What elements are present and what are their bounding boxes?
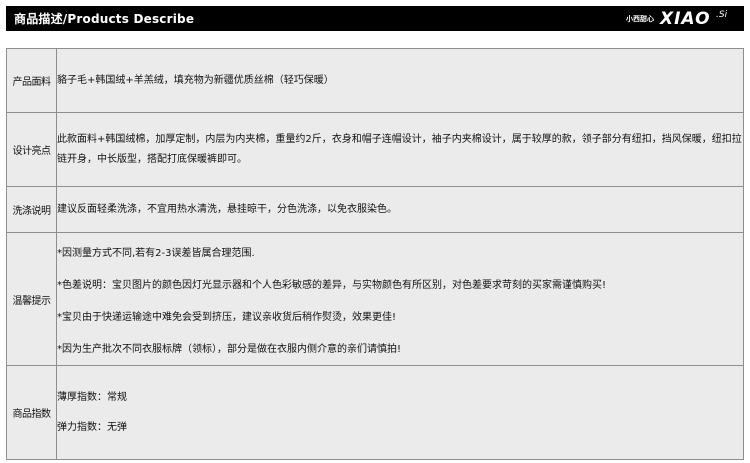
table-row-index: 商品指数 薄厚指数：常规 弹力指数：无弹 [6, 365, 744, 460]
brand-logo: 小西甜心 XIAO .Si [620, 8, 740, 29]
table-row-tips: 温馨提示 *因测量方式不同,若有2-3误差皆属合理范围. *色差说明：宝贝图片的… [6, 232, 744, 366]
row-label: 温馨提示 [6, 232, 57, 366]
row-label: 设计亮点 [6, 112, 57, 187]
table-row-washing: 洗涤说明 建议反面轻柔洗涤，不宜用热水清洗，悬挂晾干，分色洗涤，以免衣服染色。 [6, 186, 744, 233]
section-title: 商品描述/Products Describe [14, 12, 195, 26]
section-header: 商品描述/Products Describe 小西甜心 XIAO .Si [6, 6, 744, 31]
fabric-text: 貉子毛+韩国绒+羊羔绒，填充物为新疆优质丝棉（轻巧保暖） [57, 74, 334, 86]
logo-suffix-text: .Si [716, 10, 728, 20]
row-label: 商品指数 [6, 365, 57, 460]
tip-item: *宝贝由于快递运输途中难免会受到挤压，建议亲收货后稍作熨烫，效果更佳! [57, 312, 397, 323]
row-value: *因测量方式不同,若有2-3误差皆属合理范围. *色差说明：宝贝图片的颜色因灯光… [56, 232, 744, 366]
logo-main-text: XIAO [660, 9, 711, 29]
row-value: 貉子毛+韩国绒+羊羔绒，填充物为新疆优质丝棉（轻巧保暖） [56, 48, 744, 113]
row-label: 产品面料 [6, 48, 57, 113]
product-spec-table: 产品面料 貉子毛+韩国绒+羊羔绒，填充物为新疆优质丝棉（轻巧保暖） 设计亮点 此… [6, 48, 744, 460]
row-value: 建议反面轻柔洗涤，不宜用热水清洗，悬挂晾干，分色洗涤，以免衣服染色。 [56, 186, 744, 233]
table-row-fabric: 产品面料 貉子毛+韩国绒+羊羔绒，填充物为新疆优质丝棉（轻巧保暖） [6, 48, 744, 113]
row-label: 洗涤说明 [6, 186, 57, 233]
tip-item: *因测量方式不同,若有2-3误差皆属合理范围. [57, 248, 255, 259]
washing-text: 建议反面轻柔洗涤，不宜用热水清洗，悬挂晾干，分色洗涤，以免衣服染色。 [57, 203, 397, 215]
tip-item: *色差说明：宝贝图片的颜色因灯光显示器和个人色彩敏感的差异，与实物颜色有所区别，… [57, 280, 607, 291]
tip-item: *因为生产批次不同衣服标牌（领标），部分是做在衣服内侧介意的亲们请慎拍! [57, 344, 402, 355]
elasticity-index: 弹力指数：无弹 [57, 421, 127, 433]
design-text: 此款面料+韩国绒棉，加厚定制，内层为内夹棉，重量约2斤，衣身和帽子连帽设计，袖子… [57, 133, 742, 165]
logo-small-text: 小西甜心 [626, 15, 654, 23]
table-row-design: 设计亮点 此款面料+韩国绒棉，加厚定制，内层为内夹棉，重量约2斤，衣身和帽子连帽… [6, 112, 744, 187]
thickness-index: 薄厚指数：常规 [57, 391, 127, 403]
row-value: 此款面料+韩国绒棉，加厚定制，内层为内夹棉，重量约2斤，衣身和帽子连帽设计，袖子… [56, 112, 744, 187]
row-value: 薄厚指数：常规 弹力指数：无弹 [56, 365, 744, 460]
